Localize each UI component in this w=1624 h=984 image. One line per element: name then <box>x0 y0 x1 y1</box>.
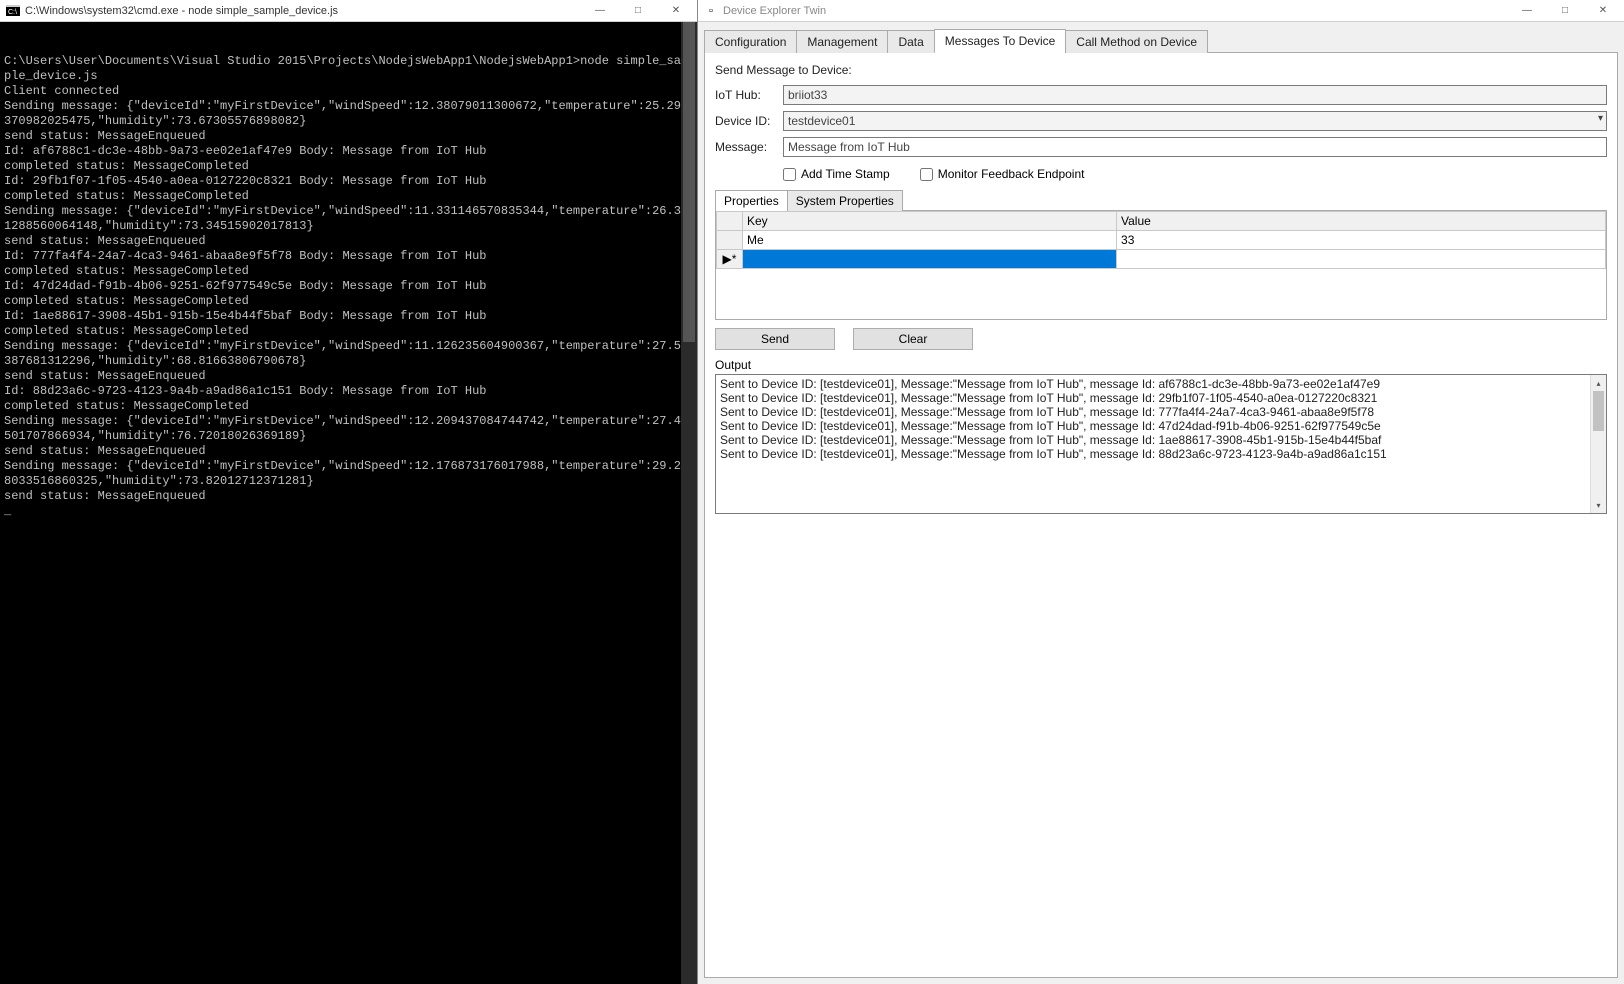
maximize-button[interactable]: □ <box>619 1 657 21</box>
properties-tabs: PropertiesSystem Properties <box>715 189 1607 210</box>
cmd-title: C:\Windows\system32\cmd.exe - node simpl… <box>25 5 581 17</box>
row-marker[interactable] <box>717 231 743 250</box>
cmd-titlebar[interactable]: C:\ C:\Windows\system32\cmd.exe - node s… <box>0 0 697 22</box>
cmd-window: C:\ C:\Windows\system32\cmd.exe - node s… <box>0 0 698 984</box>
output-textarea[interactable]: Sent to Device ID: [testdevice01], Messa… <box>715 374 1607 514</box>
scroll-track[interactable] <box>1591 391 1606 497</box>
output-line: Sent to Device ID: [testdevice01], Messa… <box>720 377 1586 391</box>
output-line: Sent to Device ID: [testdevice01], Messa… <box>720 405 1586 419</box>
console-output[interactable]: C:\Users\User\Documents\Visual Studio 20… <box>0 22 697 984</box>
output-line: Sent to Device ID: [testdevice01], Messa… <box>720 419 1586 433</box>
close-button[interactable]: ✕ <box>657 1 695 21</box>
message-input[interactable] <box>783 137 1607 157</box>
output-line: Sent to Device ID: [testdevice01], Messa… <box>720 433 1586 447</box>
explorer-title: Device Explorer Twin <box>723 5 1508 17</box>
output-scrollbar[interactable]: ▴ ▾ <box>1590 375 1606 513</box>
deviceid-row: Device ID: ▾ <box>715 111 1607 131</box>
scroll-down-icon[interactable]: ▾ <box>1591 497 1606 513</box>
send-button[interactable]: Send <box>715 328 835 350</box>
tab-data[interactable]: Data <box>887 30 934 53</box>
scrollbar-thumb[interactable] <box>683 22 695 342</box>
messages-to-device-panel: Send Message to Device: IoT Hub: Device … <box>704 52 1618 978</box>
clear-button[interactable]: Clear <box>853 328 973 350</box>
timestamp-box[interactable] <box>783 168 796 181</box>
message-label: Message: <box>715 140 783 154</box>
cmd-icon: C:\ <box>6 4 20 18</box>
app-body: ConfigurationManagementDataMessages To D… <box>698 22 1624 984</box>
iothub-label: IoT Hub: <box>715 88 783 102</box>
table-row[interactable]: ▶* <box>717 250 1606 269</box>
section-title: Send Message to Device: <box>715 63 1607 77</box>
grid-header[interactable]: Value <box>1117 212 1606 231</box>
output-line: Sent to Device ID: [testdevice01], Messa… <box>720 391 1586 405</box>
inner-tab-properties[interactable]: Properties <box>715 190 788 211</box>
table-row[interactable]: Me33 <box>717 231 1606 250</box>
maximize-button[interactable]: □ <box>1546 1 1584 21</box>
timestamp-label: Add Time Stamp <box>801 167 890 181</box>
scroll-up-icon[interactable]: ▴ <box>1591 375 1606 391</box>
svg-text:C:\: C:\ <box>8 9 17 16</box>
explorer-titlebar[interactable]: ▫ Device Explorer Twin — □ ✕ <box>698 0 1624 22</box>
close-button[interactable]: ✕ <box>1584 1 1622 21</box>
cell-key[interactable]: Me <box>743 231 1117 250</box>
button-row: Send Clear <box>715 328 1607 350</box>
minimize-button[interactable]: — <box>1508 1 1546 21</box>
device-explorer-window: ▫ Device Explorer Twin — □ ✕ Configurati… <box>698 0 1624 984</box>
iothub-row: IoT Hub: <box>715 85 1607 105</box>
properties-grid[interactable]: KeyValue Me33▶* <box>715 210 1607 320</box>
iothub-input[interactable] <box>783 85 1607 105</box>
output-line: Sent to Device ID: [testdevice01], Messa… <box>720 447 1586 461</box>
grid-header[interactable] <box>717 212 743 231</box>
grid-header[interactable]: Key <box>743 212 1117 231</box>
scroll-thumb[interactable] <box>1593 391 1604 431</box>
tab-messages-to-device[interactable]: Messages To Device <box>934 29 1067 53</box>
add-timestamp-checkbox[interactable]: Add Time Stamp <box>783 167 890 181</box>
tab-call-method-on-device[interactable]: Call Method on Device <box>1065 30 1208 53</box>
cell-key[interactable] <box>743 250 1117 269</box>
console-scrollbar[interactable] <box>681 22 697 984</box>
output-label: Output <box>715 358 1607 372</box>
monitor-label: Monitor Feedback Endpoint <box>938 167 1085 181</box>
cell-value[interactable] <box>1117 250 1606 269</box>
minimize-button[interactable]: — <box>581 1 619 21</box>
checkbox-row: Add Time Stamp Monitor Feedback Endpoint <box>783 167 1607 181</box>
deviceid-label: Device ID: <box>715 114 783 128</box>
tab-configuration[interactable]: Configuration <box>704 30 797 53</box>
main-tabs: ConfigurationManagementDataMessages To D… <box>704 28 1618 52</box>
monitor-feedback-checkbox[interactable]: Monitor Feedback Endpoint <box>920 167 1085 181</box>
row-marker[interactable]: ▶* <box>717 250 743 269</box>
inner-tab-system-properties[interactable]: System Properties <box>787 190 903 211</box>
tab-management[interactable]: Management <box>796 30 888 53</box>
app-icon: ▫ <box>704 4 718 18</box>
cell-value[interactable]: 33 <box>1117 231 1606 250</box>
message-row: Message: <box>715 137 1607 157</box>
monitor-box[interactable] <box>920 168 933 181</box>
deviceid-select[interactable] <box>783 111 1607 131</box>
